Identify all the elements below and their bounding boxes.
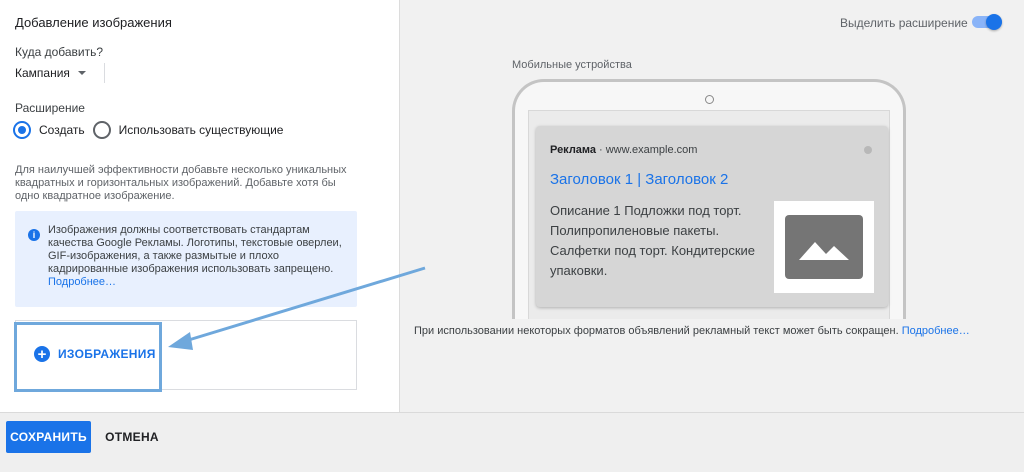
device-label: Мобильные устройства bbox=[512, 59, 632, 71]
ad-headline[interactable]: Заголовок 1 | Заголовок 2 bbox=[550, 171, 728, 188]
add-images-button[interactable]: + ИЗОБРАЖЕНИЯ bbox=[34, 346, 156, 362]
panel-title: Добавление изображения bbox=[15, 15, 172, 30]
truncation-learn-more-link[interactable]: Подробнее… bbox=[902, 325, 970, 337]
info-dot-icon bbox=[864, 146, 872, 154]
ad-description: Описание 1 Подложки под торт. Полипропил… bbox=[550, 203, 756, 278]
radio-create[interactable] bbox=[13, 121, 31, 139]
ad-preview-card: Реклама · www.example.com Заголовок 1 | … bbox=[536, 126, 888, 307]
toggle-thumb bbox=[986, 14, 1002, 30]
highlight-extension-label: Выделить расширение bbox=[840, 16, 968, 30]
recommendation-hint: Для наилучшей эффективности добавьте нес… bbox=[15, 164, 347, 202]
annotation-arrow bbox=[168, 266, 426, 350]
add-circle-icon: + bbox=[34, 346, 50, 362]
extension-label: Расширение bbox=[15, 101, 85, 115]
extension-radio-group: Создать Использовать существующие bbox=[13, 121, 291, 139]
ad-badge: Реклама bbox=[550, 144, 597, 156]
chevron-down-icon bbox=[77, 71, 86, 75]
camera-icon bbox=[705, 95, 714, 104]
radio-create-label[interactable]: Создать bbox=[39, 123, 85, 137]
radio-use-existing-label[interactable]: Использовать существующие bbox=[119, 123, 284, 137]
truncation-note-text: При использовании некоторых форматов объ… bbox=[414, 325, 899, 337]
truncation-note: При использовании некоторых форматов объ… bbox=[414, 325, 970, 337]
info-learn-more-link[interactable]: Подробнее… bbox=[48, 276, 116, 288]
radio-use-existing[interactable] bbox=[92, 121, 111, 139]
campaign-select[interactable]: Кампания bbox=[15, 63, 105, 83]
highlight-extension-toggle[interactable] bbox=[972, 14, 1004, 30]
add-images-label: ИЗОБРАЖЕНИЯ bbox=[58, 347, 156, 361]
image-icon bbox=[785, 215, 863, 279]
cancel-button[interactable]: ОТМЕНА bbox=[100, 421, 164, 453]
where-label: Куда добавить? bbox=[15, 45, 104, 59]
info-icon: i bbox=[28, 229, 40, 241]
save-button[interactable]: СОХРАНИТЬ bbox=[6, 421, 91, 453]
campaign-select-value: Кампания bbox=[15, 66, 70, 80]
phone-frame: Реклама · www.example.com Заголовок 1 | … bbox=[512, 79, 906, 319]
ad-display-url: · www.example.com bbox=[599, 144, 698, 156]
ad-image-placeholder bbox=[774, 201, 874, 293]
phone-screen: Реклама · www.example.com Заголовок 1 | … bbox=[528, 110, 890, 319]
